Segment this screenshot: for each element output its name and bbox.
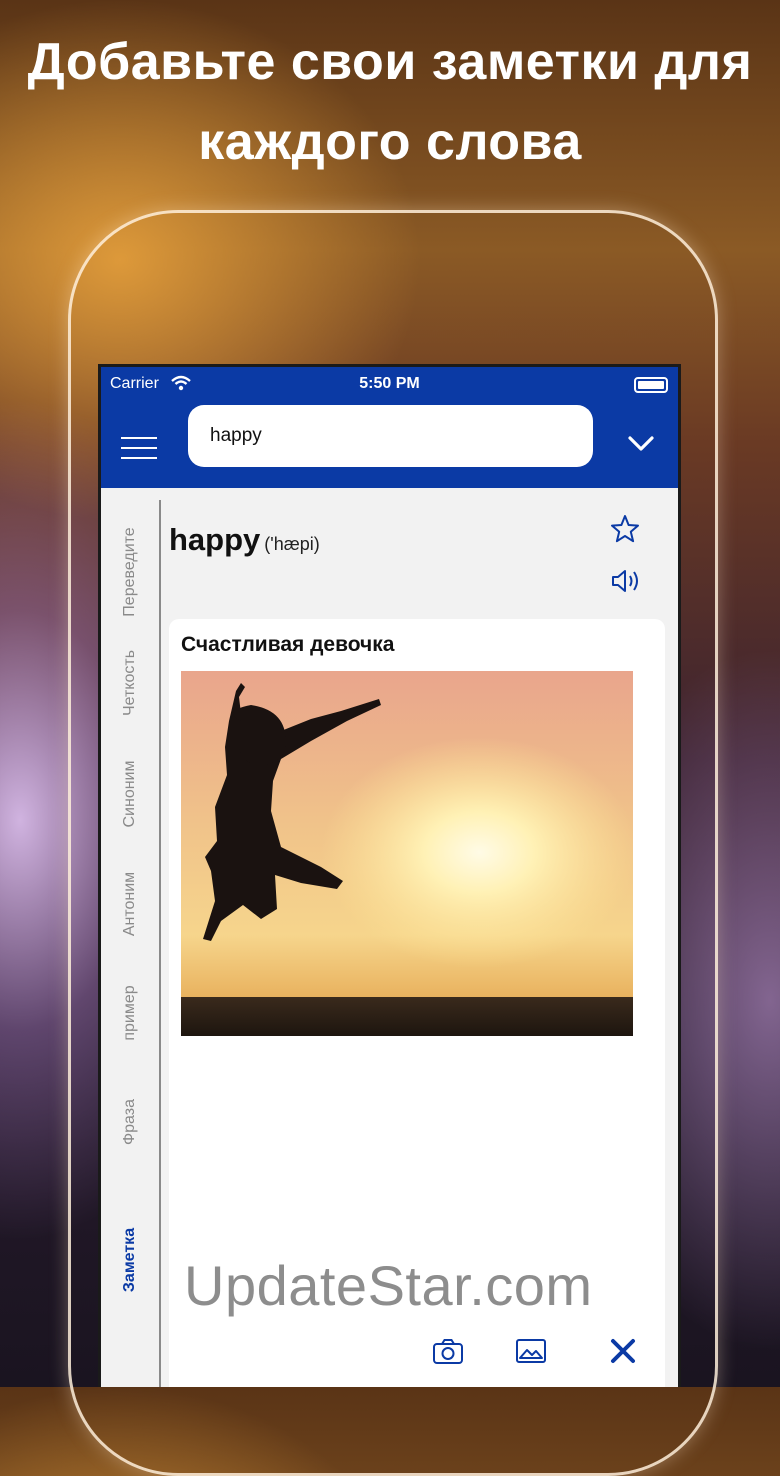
side-tabs: Переведите Четкость Синоним Антоним прим… <box>101 500 161 1387</box>
tab-phrase[interactable]: Фраза <box>121 1099 139 1145</box>
close-icon[interactable] <box>609 1337 637 1365</box>
headline-line-2: каждого слова <box>198 113 582 171</box>
tab-note[interactable]: Заметка <box>121 1228 139 1292</box>
note-photo[interactable] <box>181 671 633 1036</box>
tab-clarity[interactable]: Четкость <box>121 650 139 716</box>
entry-phonetic: ('hæpi) <box>264 534 320 554</box>
promo-headline: Добавьте свои заметки для каждого слова <box>0 22 780 182</box>
tab-example[interactable]: пример <box>121 985 139 1040</box>
search-input[interactable]: happy <box>188 405 593 467</box>
watermark: UpdateStar.com <box>184 1254 593 1317</box>
status-bar: Carrier 5:50 PM <box>101 367 678 401</box>
chevron-down-icon[interactable] <box>628 435 654 453</box>
speaker-icon[interactable] <box>610 567 644 595</box>
entry-heading: happy ('hæpi) <box>169 522 320 558</box>
star-icon[interactable] <box>609 513 641 545</box>
camera-icon[interactable] <box>432 1337 464 1365</box>
tab-synonym[interactable]: Синоним <box>121 761 139 828</box>
headline-line-1: Добавьте свои заметки для <box>27 33 753 91</box>
tab-antonym[interactable]: Антоним <box>121 872 139 936</box>
image-icon[interactable] <box>515 1337 547 1365</box>
note-actions <box>169 1337 665 1377</box>
tab-translate[interactable]: Переведите <box>121 527 139 616</box>
battery-icon <box>634 377 668 393</box>
app-screen: Carrier 5:50 PM happy Переведите Четкост… <box>98 364 681 1387</box>
search-value: happy <box>210 425 262 446</box>
entry-word: happy <box>169 522 261 557</box>
top-bar: Carrier 5:50 PM happy <box>101 367 678 488</box>
menu-icon[interactable] <box>121 437 157 459</box>
status-time: 5:50 PM <box>359 375 420 392</box>
note-title: Счастливая девочка <box>181 633 395 656</box>
